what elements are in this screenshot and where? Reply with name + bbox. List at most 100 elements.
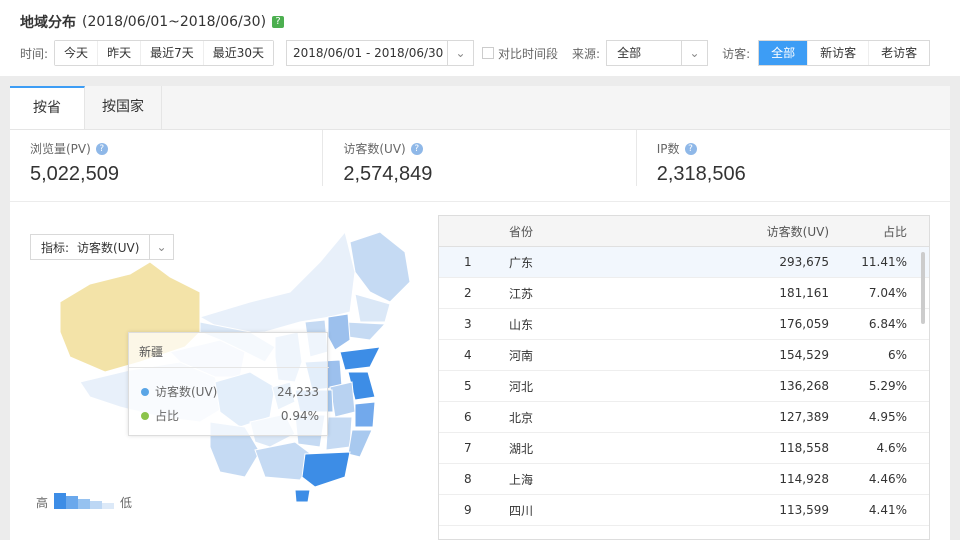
table-header-province[interactable]: 省份 — [509, 223, 709, 240]
map-region-guangdong[interactable] — [301, 451, 351, 488]
metric-label: 指标: — [41, 240, 70, 255]
title-row: 地域分布 (2018/06/01~2018/06/30) ? — [20, 12, 285, 32]
row-province: 四川 — [509, 503, 534, 518]
table-row[interactable]: 5 河北 136,268 5.29% — [439, 371, 929, 402]
kpi-ip-value: 2,318,506 — [656, 163, 746, 185]
row-uv: 136,268 — [779, 379, 829, 393]
legend-low-label: 低 — [120, 496, 133, 510]
map-table-area: 指标: 访客数(UV) ⌄ 新疆 访客数(UV) 24,233 占比 0.94%… — [10, 202, 950, 540]
map-region-jiangxi[interactable] — [325, 416, 353, 451]
region-card: 按省 按国家 浏览量(PV) ? 5,022,509 访客数(UV) ? 2,5… — [10, 86, 950, 540]
help-icon[interactable]: ? — [410, 142, 423, 155]
kpi-pv: 浏览量(PV) ? 5,022,509 — [10, 130, 324, 186]
row-index: 9 — [464, 503, 472, 517]
metric-select[interactable]: 指标: 访客数(UV) ⌄ — [30, 234, 174, 260]
table-header-pct[interactable]: 占比 — [829, 223, 907, 240]
filter-row: 时间: 今天 昨天 最近7天 最近30天 2018/06/01 - 2018/0… — [20, 40, 931, 66]
table-row[interactable]: 1 广东 293,675 11.41% — [439, 247, 929, 278]
source-label: 来源: — [572, 46, 601, 61]
table-row[interactable]: 3 山东 176,059 6.84% — [439, 309, 929, 340]
kpi-uv-value: 2,574,849 — [343, 163, 433, 185]
kpi-ip: IP数 ? 2,318,506 — [637, 130, 950, 186]
row-uv: 118,558 — [779, 441, 829, 455]
help-icon[interactable]: ? — [684, 142, 697, 155]
visitor-type-buttons: 全部 新访客 老访客 — [758, 40, 931, 66]
kpi-pv-label: 浏览量(PV) ? — [30, 140, 322, 157]
visitor-label: 访客: — [722, 46, 751, 61]
tooltip-row-uv: 访客数(UV) 24,233 — [141, 383, 319, 400]
source-select[interactable]: 全部 ⌄ — [606, 40, 709, 66]
page-title: 地域分布 — [20, 15, 76, 31]
checkbox-icon[interactable] — [482, 47, 494, 59]
map-region-liaoning[interactable] — [344, 321, 387, 341]
chevron-down-icon[interactable]: ⌄ — [681, 41, 707, 65]
row-pct: 6% — [887, 348, 907, 362]
tab-by-country[interactable]: 按国家 — [85, 86, 162, 129]
map-region-shandong[interactable] — [339, 346, 381, 371]
row-uv: 113,599 — [779, 503, 829, 517]
title-date-range: (2018/06/01~2018/06/30) — [82, 14, 267, 30]
dot-icon — [141, 411, 149, 420]
legend-bar — [78, 498, 91, 509]
map-region-heilongjiang[interactable] — [349, 231, 411, 303]
legend-bar — [66, 495, 79, 509]
date-range-select[interactable]: 2018/06/01 - 2018/06/30 ⌄ — [286, 40, 474, 66]
row-province: 河北 — [509, 379, 534, 394]
table-header-uv[interactable]: 访客数(UV) — [709, 223, 829, 240]
visitor-new-button[interactable]: 新访客 — [808, 41, 870, 65]
tab-by-province[interactable]: 按省 — [10, 86, 85, 129]
visitor-returning-button[interactable]: 老访客 — [869, 41, 930, 65]
kpi-uv-label-text: 访客数(UV) — [343, 142, 406, 156]
legend-bar — [102, 502, 115, 509]
map-region-zhejiang[interactable] — [354, 401, 376, 428]
row-pct: 4.46% — [868, 472, 907, 486]
help-icon[interactable]: ? — [272, 16, 285, 28]
row-uv: 114,928 — [779, 472, 829, 486]
table-row[interactable]: 9 四川 113,599 4.41% — [439, 495, 929, 526]
row-province: 北京 — [509, 410, 534, 425]
row-index: 3 — [464, 317, 472, 331]
row-pct: 7.04% — [868, 286, 907, 300]
chevron-down-icon[interactable]: ⌄ — [447, 41, 473, 65]
map-legend: 高 低 — [36, 492, 133, 511]
legend-gradient[interactable] — [54, 492, 115, 509]
time-today-button[interactable]: 今天 — [55, 41, 99, 65]
kpi-ip-label: IP数 ? — [657, 140, 950, 157]
metric-value: 访客数(UV) — [77, 240, 140, 255]
tab-bar: 按省 按国家 — [10, 86, 950, 130]
row-uv: 181,161 — [779, 286, 829, 300]
kpi-uv-label: 访客数(UV) ? — [343, 140, 635, 157]
map-region-hebei[interactable] — [327, 313, 351, 351]
map-region-hainan[interactable] — [294, 489, 311, 503]
row-pct: 4.41% — [868, 503, 907, 517]
chevron-down-icon[interactable]: ⌄ — [149, 235, 173, 259]
row-province: 广东 — [509, 255, 534, 270]
help-icon[interactable]: ? — [95, 142, 108, 155]
time-last7-button[interactable]: 最近7天 — [141, 41, 204, 65]
tooltip-title: 新疆 — [139, 345, 164, 359]
table-row[interactable]: 7 湖北 118,558 4.6% — [439, 433, 929, 464]
row-uv: 127,389 — [779, 410, 829, 424]
row-uv: 176,059 — [779, 317, 829, 331]
table-row[interactable]: 4 河南 154,529 6% — [439, 340, 929, 371]
time-yesterday-button[interactable]: 昨天 — [98, 41, 142, 65]
table-scrollbar[interactable] — [921, 252, 925, 324]
kpi-pv-value: 5,022,509 — [30, 163, 119, 185]
visitor-all-button[interactable]: 全部 — [759, 41, 809, 65]
time-quick-buttons: 今天 昨天 最近7天 最近30天 — [54, 40, 274, 66]
table-body: 1 广东 293,675 11.41% 2 江苏 181,161 7.04% 3 山东 176,05… — [439, 247, 929, 526]
map-region-anhui[interactable] — [329, 381, 356, 418]
map-region-fujian[interactable] — [347, 429, 373, 458]
kpi-pv-label-text: 浏览量(PV) — [30, 142, 91, 156]
table-row[interactable]: 2 江苏 181,161 7.04% — [439, 278, 929, 309]
table-row[interactable]: 6 北京 127,389 4.95% — [439, 402, 929, 433]
row-uv: 154,529 — [779, 348, 829, 362]
time-last30-button[interactable]: 最近30天 — [203, 41, 273, 65]
kpi-ip-label-text: IP数 — [656, 142, 680, 156]
table-row[interactable]: 8 上海 114,928 4.46% — [439, 464, 929, 495]
row-index: 1 — [464, 255, 472, 269]
compare-period-checkbox[interactable]: 对比时间段 — [482, 45, 558, 62]
map-tooltip: 新疆 访客数(UV) 24,233 占比 0.94% — [128, 332, 329, 436]
kpi-row: 浏览量(PV) ? 5,022,509 访客数(UV) ? 2,574,849 … — [10, 130, 950, 202]
tooltip-divider — [129, 367, 329, 368]
